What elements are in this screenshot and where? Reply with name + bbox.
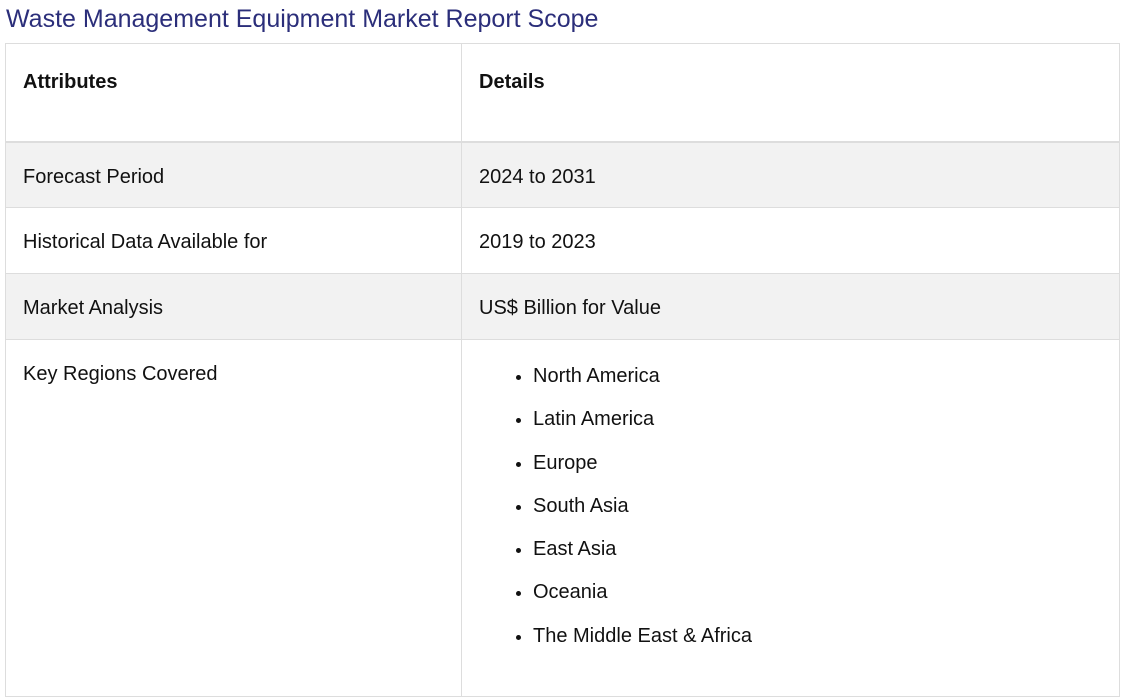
table-row: Market Analysis US$ Billion for Value xyxy=(5,273,1120,340)
detail-cell: 2024 to 2031 xyxy=(461,141,1120,208)
table-row: Key Regions Covered North America Latin … xyxy=(5,339,1120,697)
table-header-row: Attributes Details xyxy=(5,43,1120,143)
page-title: Waste Management Equipment Market Report… xyxy=(6,5,599,33)
attribute-cell: Forecast Period xyxy=(5,141,462,208)
list-item: East Asia xyxy=(533,537,1119,561)
list-item: Europe xyxy=(533,451,1119,475)
list-item: South Asia xyxy=(533,494,1119,518)
table-row: Historical Data Available for 2019 to 20… xyxy=(5,207,1120,274)
table-row: Forecast Period 2024 to 2031 xyxy=(5,141,1120,208)
detail-cell: US$ Billion for Value xyxy=(461,273,1120,340)
attribute-cell: Historical Data Available for xyxy=(5,207,462,274)
detail-cell: 2019 to 2023 xyxy=(461,207,1120,274)
report-scope-table: Attributes Details Forecast Period 2024 … xyxy=(5,43,1120,697)
attribute-cell: Market Analysis xyxy=(5,273,462,340)
attribute-cell: Key Regions Covered xyxy=(5,339,462,697)
header-details: Details xyxy=(461,43,1120,143)
header-attributes: Attributes xyxy=(5,43,462,143)
list-item: The Middle East & Africa xyxy=(533,624,1119,648)
regions-cell: North America Latin America Europe South… xyxy=(461,339,1120,697)
list-item: Oceania xyxy=(533,580,1119,604)
list-item: Latin America xyxy=(533,407,1119,431)
list-item: North America xyxy=(533,364,1119,388)
region-list: North America Latin America Europe South… xyxy=(479,340,1119,648)
